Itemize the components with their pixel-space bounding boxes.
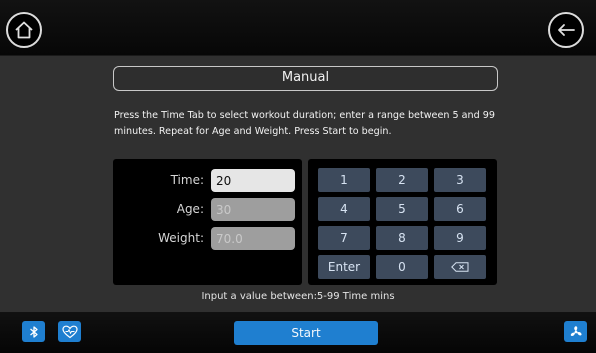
fan-button[interactable] [564,321,587,342]
key-2[interactable]: 2 [376,168,428,192]
heart-rate-icon [61,325,78,338]
back-button[interactable] [548,12,584,48]
key-1[interactable]: 1 [318,168,370,192]
instructions-text: Press the Time Tab to select workout dur… [114,110,495,137]
mode-title: Manual [113,66,498,91]
weight-field-row: Weight: [113,227,302,250]
age-label: Age: [176,202,204,216]
start-button[interactable]: Start [234,321,378,345]
top-bar [0,0,596,56]
key-0[interactable]: 0 [376,255,428,279]
bluetooth-icon [29,325,38,338]
age-input[interactable] [211,198,295,221]
heart-rate-button[interactable] [58,321,81,342]
key-9[interactable]: 9 [434,226,486,250]
weight-input[interactable] [211,227,295,250]
key-3[interactable]: 3 [434,168,486,192]
bluetooth-button[interactable] [22,321,45,342]
main-panel: Manual Press the Time Tab to select work… [0,56,596,312]
time-input[interactable] [211,169,295,192]
key-6[interactable]: 6 [434,197,486,221]
input-hint: Input a value between:5-99 Time mins [201,291,395,302]
weight-label: Weight: [158,231,204,245]
time-label: Time: [170,173,204,187]
key-backspace[interactable] [434,255,486,279]
back-arrow-icon [558,24,575,36]
key-4[interactable]: 4 [318,197,370,221]
fan-icon [570,325,582,336]
key-8[interactable]: 8 [376,226,428,250]
bottom-bar: Start [0,312,596,353]
numeric-keypad: 1 2 3 4 5 6 7 8 9 Enter 0 [308,159,497,285]
key-7[interactable]: 7 [318,226,370,250]
backspace-icon [451,262,469,272]
workout-form: Time: Age: Weight: [113,159,302,285]
home-icon [15,21,33,39]
age-field-row: Age: [113,198,302,221]
time-field-row: Time: [113,169,302,192]
key-enter[interactable]: Enter [318,255,370,279]
home-button[interactable] [6,12,42,48]
key-5[interactable]: 5 [376,197,428,221]
